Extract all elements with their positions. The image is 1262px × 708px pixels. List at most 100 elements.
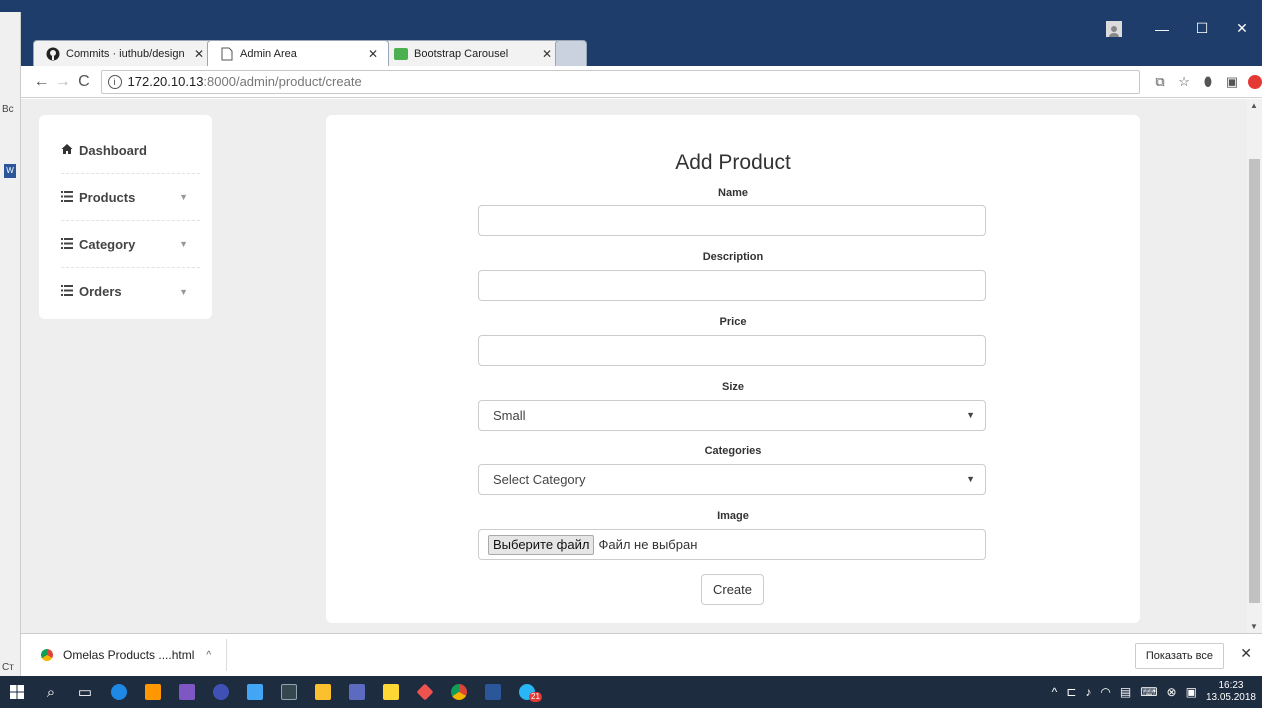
sidebar-item-dashboard[interactable]: Dashboard <box>61 127 200 174</box>
word-desktop-icon[interactable]: W <box>4 164 16 178</box>
sidebar-item-label: Dashboard <box>79 142 147 158</box>
price-input[interactable] <box>478 335 986 366</box>
notification-icon[interactable]: ▤ <box>1120 685 1131 699</box>
categories-label: Categories <box>704 445 762 457</box>
visual-studio-icon[interactable] <box>170 676 204 708</box>
size-selected-value: Small <box>493 408 526 423</box>
keyboard-icon[interactable]: ⌨ <box>1140 685 1157 699</box>
create-button[interactable]: Create <box>701 574 764 605</box>
window-controls: — ☐ ✕ <box>1106 20 1262 37</box>
name-input[interactable] <box>478 205 986 236</box>
page-title: Add Product <box>675 151 791 174</box>
translate-icon[interactable]: ⧉ <box>1148 74 1172 90</box>
size-label: Size <box>721 381 744 393</box>
download-item[interactable]: Omelas Products ....html ^ <box>21 639 227 671</box>
clock[interactable]: 16:23 13.05.2018 <box>1206 680 1256 704</box>
minimize-icon[interactable]: — <box>1142 21 1182 37</box>
tab-commits[interactable]: Commits · iuthub/design ✕ <box>33 40 215 66</box>
windows-start-icon[interactable] <box>0 676 34 708</box>
info-icon[interactable]: i <box>107 74 122 89</box>
github-icon <box>46 47 60 61</box>
choose-file-button[interactable]: Выберите файл <box>488 534 595 555</box>
show-all-button[interactable]: Показать все <box>1134 643 1224 669</box>
description-input[interactable] <box>478 270 986 301</box>
scroll-up-icon[interactable]: ▲ <box>1250 101 1258 110</box>
new-tab-button[interactable] <box>555 40 587 66</box>
status-icon[interactable]: ⊗ <box>1167 685 1177 699</box>
app-icon[interactable] <box>238 676 272 708</box>
address-bar[interactable]: i 172.20.10.13:8000/admin/product/create <box>100 69 1141 94</box>
tabs: Commits · iuthub/design ✕ Admin Area ✕ B… <box>33 36 587 66</box>
language-icon[interactable]: ▣ <box>1186 685 1197 699</box>
desktop-side-strip: Вс W Ст <box>0 12 21 676</box>
close-icon[interactable]: ✕ <box>194 47 204 61</box>
url-host: 172.20.10.13 <box>127 74 204 89</box>
clock-date: 13.05.2018 <box>1205 692 1256 703</box>
name-label: Name <box>718 187 748 199</box>
image-file-input: Выберите файл Файл не выбран <box>478 529 986 560</box>
chevron-up-icon[interactable]: ^ <box>206 650 211 661</box>
list-icon <box>61 284 79 299</box>
wifi-icon[interactable]: ◠ <box>1100 685 1110 699</box>
sidebar-item-category[interactable]: Category ▼ <box>61 221 200 268</box>
sidebar-item-label: Category <box>79 236 136 252</box>
description-label: Description <box>702 251 764 263</box>
search-icon[interactable]: ⌕ <box>34 676 68 708</box>
chrome-taskbar-icon[interactable] <box>442 676 476 708</box>
star-icon[interactable]: ☆ <box>1172 74 1196 90</box>
page-scrollbar[interactable]: ▲ ▼ <box>1247 99 1262 633</box>
tab-bootstrap-carousel[interactable]: Bootstrap Carousel ✕ <box>381 40 563 66</box>
chevron-up-icon[interactable]: ^ <box>1052 685 1058 699</box>
page-icon <box>220 47 234 61</box>
chevron-down-icon: ▼ <box>966 474 975 484</box>
network-icon[interactable]: ⊏ <box>1066 685 1076 699</box>
taskbar: ⌕ ▭ 21 ^ ⊏ ♪ ◠ ▤ ⌨ ⊗ ▣ 16:23 13.05.2018 <box>0 676 1262 708</box>
chevron-down-icon: ▼ <box>179 239 188 249</box>
sidebar-item-label: Orders <box>79 284 122 299</box>
page-content: Dashboard Products ▼ Category ▼ Orders ▼… <box>21 99 1247 633</box>
tab-admin-area[interactable]: Admin Area ✕ <box>207 40 389 66</box>
system-tray: ^ ⊏ ♪ ◠ ▤ ⌨ ⊗ ▣ 16:23 13.05.2018 <box>1052 676 1262 708</box>
sidebar-item-orders[interactable]: Orders ▼ <box>61 268 200 315</box>
terminal-icon[interactable] <box>272 676 306 708</box>
desktop-background <box>0 0 1262 12</box>
volume-icon[interactable]: ♪ <box>1085 685 1091 699</box>
desktop-text: Вс <box>2 104 14 115</box>
tab-label: Bootstrap Carousel <box>414 47 509 60</box>
reload-icon[interactable]: C <box>73 73 94 91</box>
opera-icon[interactable] <box>1248 74 1262 89</box>
sidebar: Dashboard Products ▼ Category ▼ Orders ▼ <box>39 115 212 319</box>
extension-icon[interactable]: ▣ <box>1220 74 1244 90</box>
scroll-thumb[interactable] <box>1249 159 1260 603</box>
sidebar-item-products[interactable]: Products ▼ <box>61 174 200 221</box>
chrome-icon <box>41 649 53 661</box>
close-icon[interactable]: ✕ <box>542 47 552 61</box>
telegram-icon[interactable]: 21 <box>510 676 544 708</box>
categories-selected-value: Select Category <box>493 472 586 487</box>
list-icon <box>61 237 79 252</box>
close-window-icon[interactable]: ✕ <box>1222 20 1262 37</box>
archive-icon[interactable] <box>374 676 408 708</box>
shield-icon[interactable]: ⬮ <box>1196 74 1220 90</box>
word-icon[interactable] <box>476 676 510 708</box>
close-icon[interactable]: ✕ <box>1240 645 1252 662</box>
url-path: :8000/admin/product/create <box>203 74 362 89</box>
categories-select[interactable]: Select Category ▼ <box>478 464 986 495</box>
git-icon[interactable] <box>408 676 442 708</box>
maximize-icon[interactable]: ☐ <box>1182 20 1222 37</box>
edge-icon[interactable] <box>102 676 136 708</box>
file-explorer-icon[interactable] <box>306 676 340 708</box>
clock-time: 16:23 <box>1218 680 1244 691</box>
sublime-icon[interactable] <box>136 676 170 708</box>
eclipse-icon[interactable] <box>204 676 238 708</box>
forward-icon[interactable]: → <box>52 73 73 91</box>
toolbar-actions: ⧉ ☆ ⬮ ▣ <box>1148 74 1262 90</box>
close-icon[interactable]: ✕ <box>368 47 378 61</box>
task-view-icon[interactable]: ▭ <box>68 676 102 708</box>
profile-icon[interactable] <box>1106 20 1122 37</box>
scroll-down-icon[interactable]: ▼ <box>1250 622 1258 631</box>
visual-studio-2-icon[interactable] <box>340 676 374 708</box>
list-icon <box>61 190 79 205</box>
size-select[interactable]: Small ▼ <box>478 400 986 431</box>
back-icon[interactable]: ← <box>31 73 52 91</box>
